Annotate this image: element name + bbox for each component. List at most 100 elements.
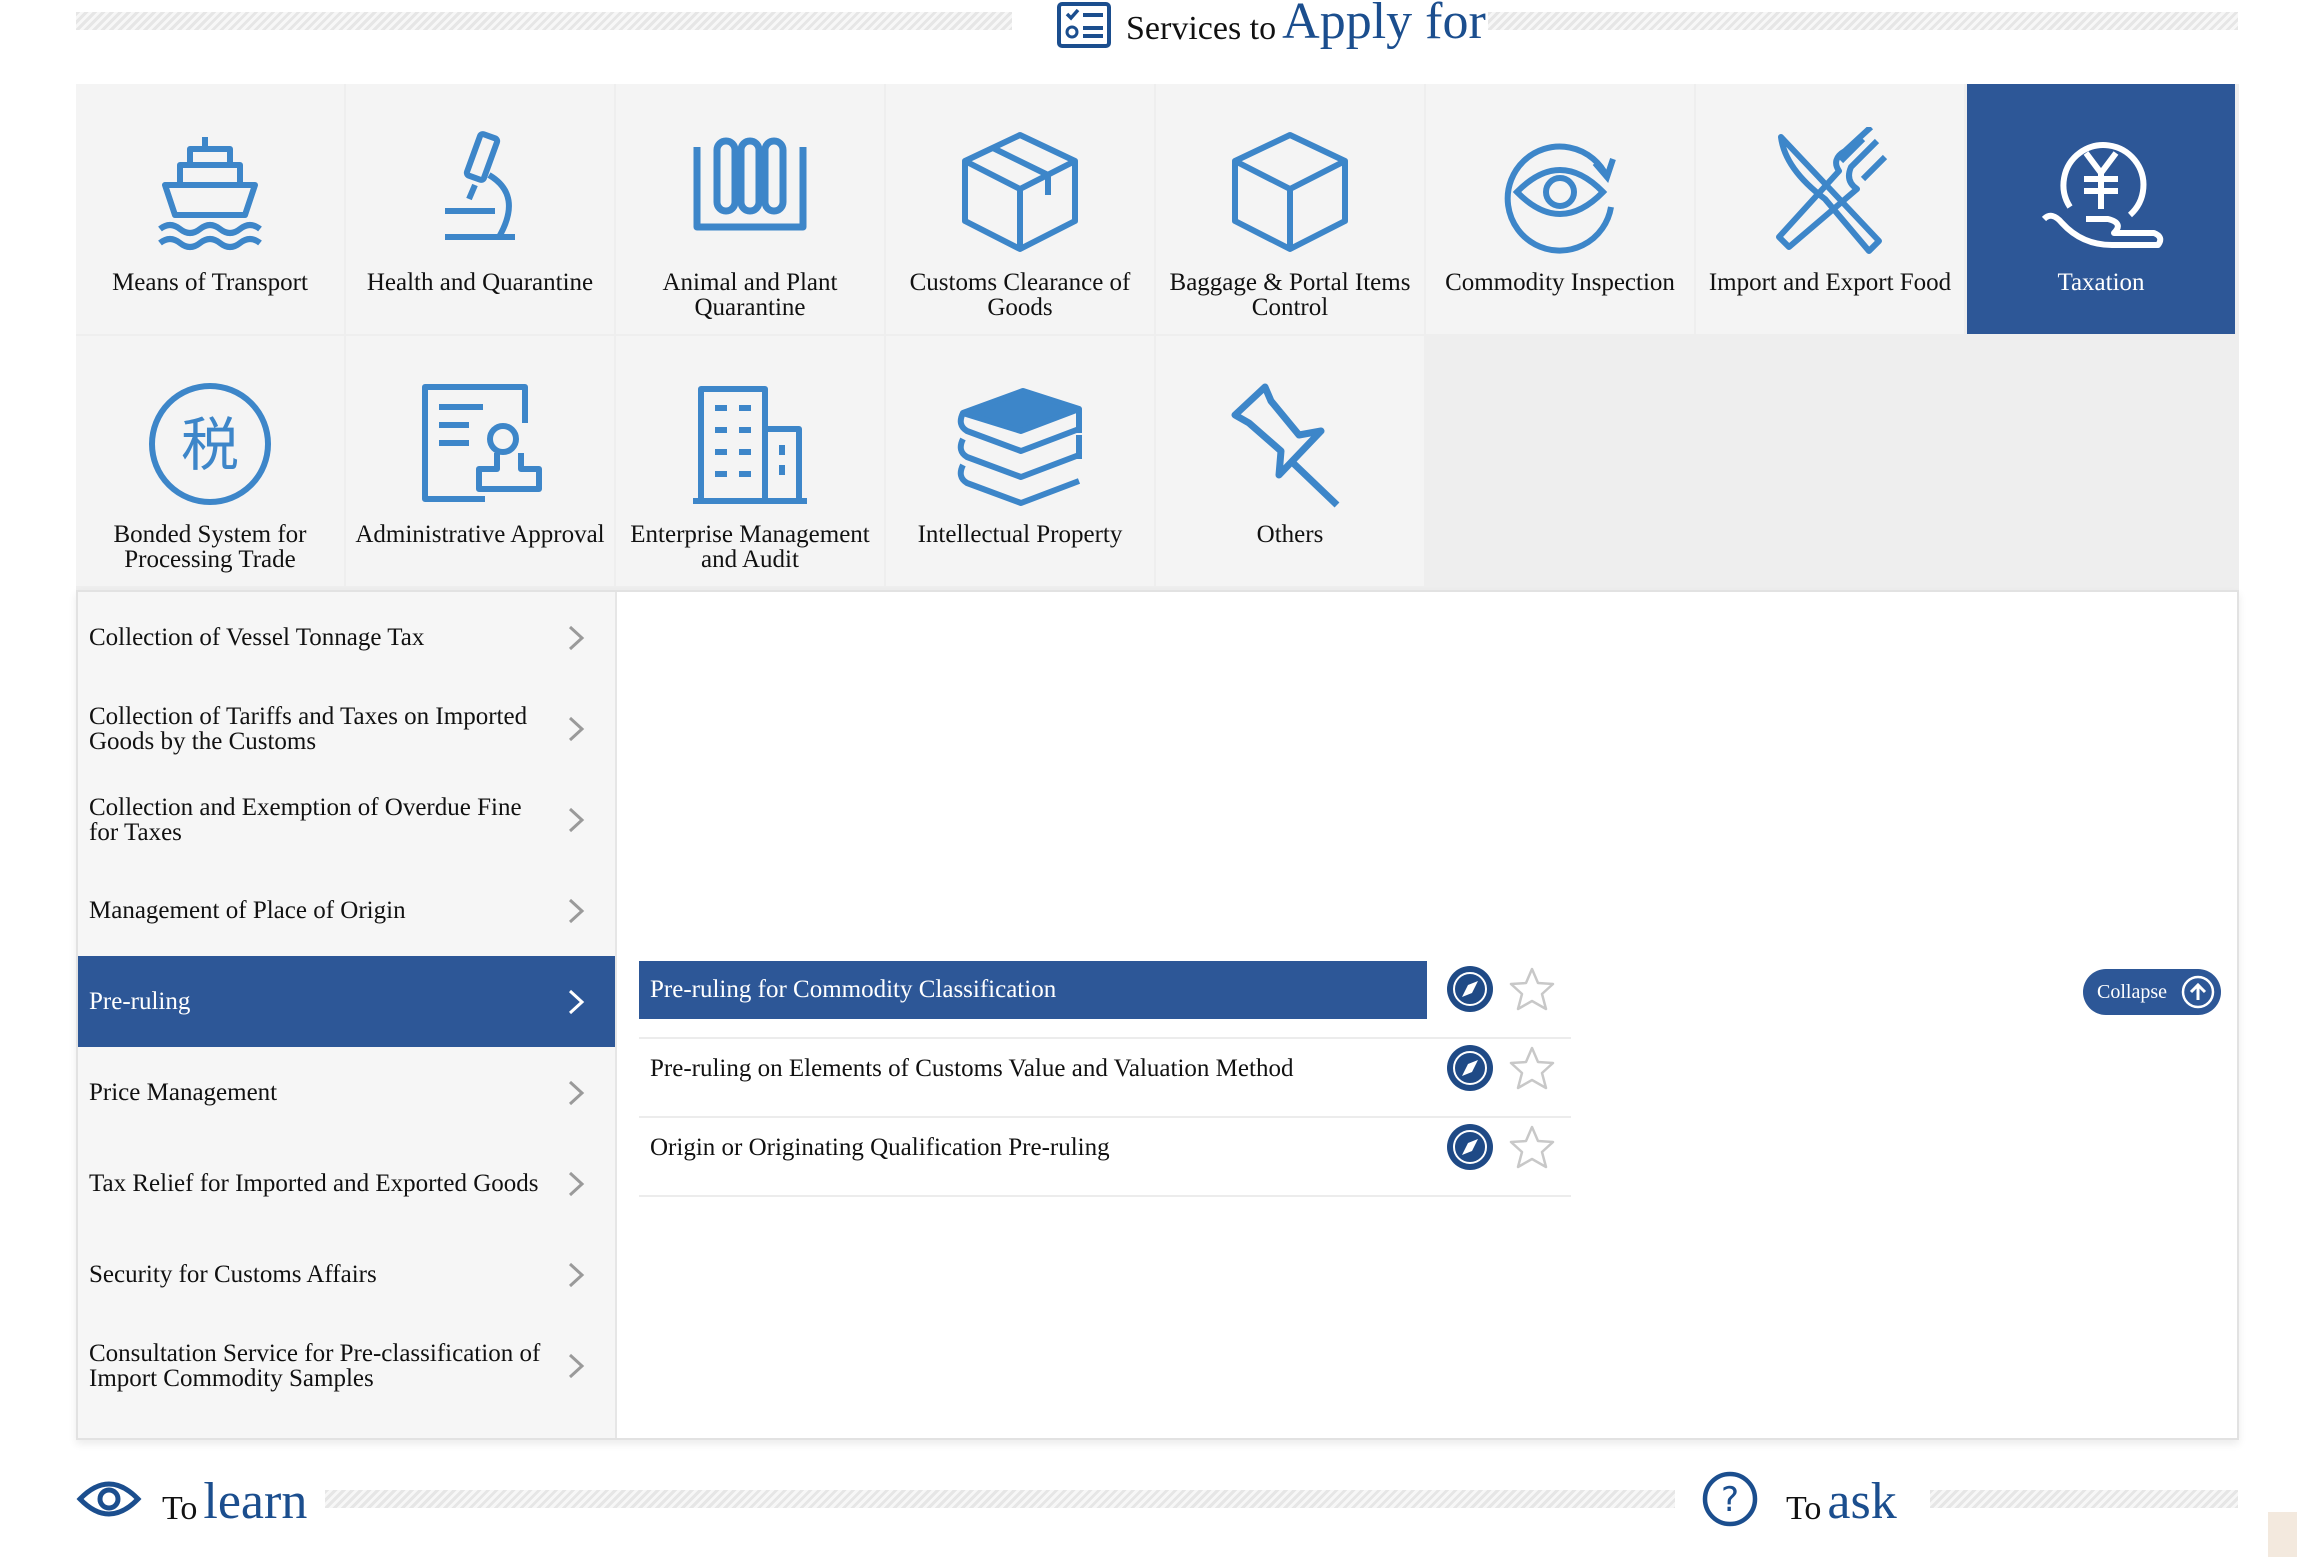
menu-item-place-of-origin[interactable]: Management of Place of Origin (78, 865, 615, 956)
apply-header: Services to Apply for (1056, 0, 1486, 48)
ask-header: ? To ask (1700, 1468, 1897, 1528)
category-others[interactable]: Others (1156, 336, 1424, 586)
category-enterprise-management[interactable]: Enterprise Management and Audit (616, 336, 884, 586)
category-bonded-system[interactable]: 税 Bonded System for Processing Trade (76, 336, 344, 586)
chevron-right-icon (568, 807, 585, 832)
fork-knife-icon (1760, 122, 1900, 262)
menu-item-consultation-service[interactable]: Consultation Service for Pre-classificat… (78, 1320, 615, 1411)
menu-item-tax-relief[interactable]: Tax Relief for Imported and Exported Goo… (78, 1138, 615, 1229)
ship-icon (140, 122, 280, 262)
box-icon (1220, 122, 1360, 262)
category-grid: Means of Transport Health and Quarantine… (76, 84, 2239, 590)
category-label: Taxation (2057, 269, 2145, 296)
ask-header-prefix: To (1786, 1490, 1822, 1527)
arrow-up-circle-icon (2181, 975, 2215, 1009)
sub-item-link[interactable]: Origin or Originating Qualification Pre-… (639, 1119, 1427, 1177)
eye-icon (1490, 122, 1630, 262)
menu-item-security-customs[interactable]: Security for Customs Affairs (78, 1229, 615, 1320)
category-label: Baggage & Portal Items Control (1169, 269, 1411, 321)
menu-item-label: Consultation Service for Pre-classificat… (89, 1339, 541, 1392)
menu-item-label: Collection of Tariffs and Taxes on Impor… (89, 702, 528, 755)
category-taxation[interactable]: Taxation (1967, 84, 2235, 334)
menu-item-overdue-fine[interactable]: Collection and Exemption of Overdue Fine… (78, 774, 615, 865)
category-label: Animal and Plant Quarantine (662, 269, 838, 321)
menu-item-label: Collection and Exemption of Overdue Fine… (89, 793, 522, 846)
learn-header-title: learn (203, 1473, 308, 1530)
menu-item-label: Pre-ruling (89, 988, 191, 1015)
star-icon[interactable] (1509, 1045, 1555, 1091)
apply-header-prefix: Services to (1126, 10, 1277, 47)
menu-item-price-management[interactable]: Price Management (78, 1047, 615, 1138)
pin-icon (1220, 374, 1360, 514)
chevron-right-icon (568, 1080, 585, 1105)
books-icon (950, 374, 1090, 514)
star-icon[interactable] (1509, 966, 1555, 1012)
category-label: Intellectual Property (917, 521, 1123, 548)
checklist-icon (1056, 2, 1112, 48)
sub-item-link[interactable]: Pre-ruling on Elements of Customs Value … (639, 1040, 1427, 1098)
chevron-right-icon (568, 989, 585, 1014)
compass-icon[interactable] (1445, 964, 1495, 1014)
ask-header-title: ask (1827, 1473, 1897, 1530)
chevron-right-icon (568, 898, 585, 923)
chevron-right-icon (568, 625, 585, 650)
menu-item-tariffs-taxes[interactable]: Collection of Tariffs and Taxes on Impor… (78, 683, 615, 774)
category-label: Bonded System for Processing Trade (113, 521, 307, 573)
category-label: Commodity Inspection (1445, 269, 1675, 296)
menu-item-label: Price Management (89, 1079, 278, 1106)
learn-stripe (325, 1490, 1675, 1508)
test-tubes-icon (680, 122, 820, 262)
sub-item-link[interactable]: Pre-ruling for Commodity Classification (639, 961, 1427, 1019)
svg-text:税: 税 (181, 411, 239, 479)
collapse-label: Collapse (2097, 980, 2167, 1003)
header-stripe-left (76, 12, 1012, 30)
header-stripe-right (1488, 12, 2238, 30)
question-icon: ? (1700, 1470, 1760, 1528)
approval-stamp-icon (410, 374, 550, 514)
category-label: Customs Clearance of Goods (909, 269, 1131, 321)
menu-item-label: Security for Customs Affairs (89, 1261, 377, 1288)
chevron-right-icon (568, 716, 585, 741)
chevron-right-icon (568, 1262, 585, 1287)
ask-stripe (1930, 1490, 2238, 1508)
learn-header: To learn (76, 1468, 307, 1528)
category-baggage-portal[interactable]: Baggage & Portal Items Control (1156, 84, 1424, 334)
menu-item-label: Tax Relief for Imported and Exported Goo… (89, 1170, 539, 1197)
collapse-button[interactable]: Collapse (2083, 969, 2221, 1015)
eye-icon (76, 1470, 142, 1528)
chevron-right-icon (568, 1171, 585, 1196)
category-label: Health and Quarantine (366, 269, 594, 296)
taxation-panel: Collection of Vessel Tonnage Tax Collect… (76, 590, 2239, 1440)
category-animal-plant-quarantine[interactable]: Animal and Plant Quarantine (616, 84, 884, 334)
category-customs-clearance[interactable]: Customs Clearance of Goods (886, 84, 1154, 334)
microscope-icon (410, 122, 550, 262)
category-import-export-food[interactable]: Import and Export Food (1696, 84, 1964, 334)
category-label: Means of Transport (112, 269, 308, 296)
category-label: Enterprise Management and Audit (630, 521, 870, 573)
category-health-quarantine[interactable]: Health and Quarantine (346, 84, 614, 334)
apply-header-title: Apply for (1282, 0, 1486, 50)
svg-text:?: ? (1721, 1480, 1739, 1520)
menu-item-vessel-tonnage-tax[interactable]: Collection of Vessel Tonnage Tax (78, 592, 615, 683)
compass-icon[interactable] (1445, 1122, 1495, 1172)
open-box-icon (950, 122, 1090, 262)
category-intellectual-property[interactable]: Intellectual Property (886, 336, 1154, 586)
chevron-right-icon (568, 1353, 585, 1378)
compass-icon[interactable] (1445, 1043, 1495, 1093)
category-administrative-approval[interactable]: Administrative Approval (346, 336, 614, 586)
corner-widget (2268, 1512, 2297, 1557)
yen-hand-icon (2031, 122, 2171, 262)
sub-item-origin-qualification: Origin or Originating Qualification Pre-… (639, 1119, 1571, 1197)
category-means-of-transport[interactable]: Means of Transport (76, 84, 344, 334)
menu-item-label: Collection of Vessel Tonnage Tax (89, 624, 425, 651)
taxation-menu: Collection of Vessel Tonnage Tax Collect… (78, 592, 617, 1438)
learn-header-prefix: To (162, 1490, 198, 1527)
star-icon[interactable] (1509, 1124, 1555, 1170)
building-icon (680, 374, 820, 514)
menu-item-pre-ruling[interactable]: Pre-ruling (78, 956, 615, 1047)
menu-item-label: Management of Place of Origin (89, 897, 406, 924)
sub-item-customs-value: Pre-ruling on Elements of Customs Value … (639, 1040, 1571, 1118)
category-label: Administrative Approval (355, 521, 605, 548)
category-label: Others (1256, 521, 1324, 548)
category-commodity-inspection[interactable]: Commodity Inspection (1426, 84, 1694, 334)
